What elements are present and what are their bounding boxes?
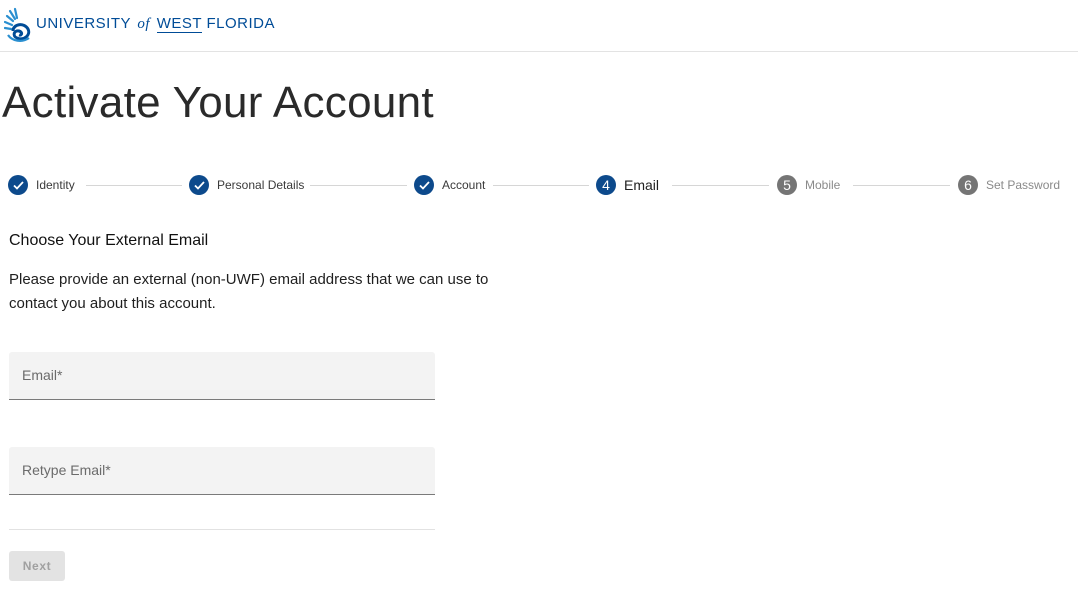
brand-university: UNIVERSITY bbox=[36, 15, 131, 32]
step-number: 5 bbox=[777, 175, 797, 195]
step-connector bbox=[672, 185, 769, 186]
brand-west: WEST bbox=[156, 15, 202, 33]
step-connector bbox=[493, 185, 589, 186]
email-field[interactable]: Email* bbox=[9, 352, 435, 400]
step-personal-details: Personal Details bbox=[189, 174, 304, 196]
step-number: 6 bbox=[958, 175, 978, 195]
retype-email-field[interactable]: Retype Email* bbox=[9, 447, 435, 495]
retype-email-field-label: Retype Email* bbox=[22, 462, 111, 478]
uwf-logo-icon bbox=[4, 7, 31, 42]
step-label: Set Password bbox=[986, 178, 1061, 192]
step-label: Identity bbox=[36, 178, 75, 192]
check-icon bbox=[8, 175, 28, 195]
step-connector bbox=[310, 185, 407, 186]
check-icon bbox=[189, 175, 209, 195]
site-header: UNIVERSITY of WEST FLORIDA bbox=[0, 0, 1078, 52]
next-button[interactable]: Next bbox=[9, 551, 65, 581]
progress-stepper: Identity Personal Details Account 4 Emai… bbox=[0, 172, 1078, 198]
brand-wordmark[interactable]: UNIVERSITY of WEST FLORIDA bbox=[36, 15, 275, 33]
step-account: Account bbox=[414, 174, 485, 196]
step-mobile: 5 Mobile bbox=[777, 174, 840, 196]
email-field-label: Email* bbox=[22, 367, 63, 383]
step-number: 4 bbox=[596, 175, 616, 195]
step-connector bbox=[86, 185, 182, 186]
step-identity: Identity bbox=[8, 174, 75, 196]
step-connector bbox=[853, 185, 950, 186]
step-label: Personal Details bbox=[217, 178, 305, 192]
step-label: Account bbox=[442, 178, 486, 192]
section-title: Choose Your External Email bbox=[9, 232, 209, 249]
step-label: Email bbox=[624, 177, 660, 193]
step-label: Mobile bbox=[805, 178, 841, 192]
step-set-password: 6 Set Password bbox=[958, 174, 1060, 196]
brand-of: of bbox=[137, 16, 151, 32]
section-description: Please provide an external (non-UWF) ema… bbox=[9, 271, 489, 312]
brand-florida: FLORIDA bbox=[206, 15, 276, 32]
form-divider bbox=[9, 529, 435, 530]
check-icon bbox=[414, 175, 434, 195]
page-title: Activate Your Account bbox=[2, 78, 434, 127]
step-email: 4 Email bbox=[596, 174, 659, 196]
